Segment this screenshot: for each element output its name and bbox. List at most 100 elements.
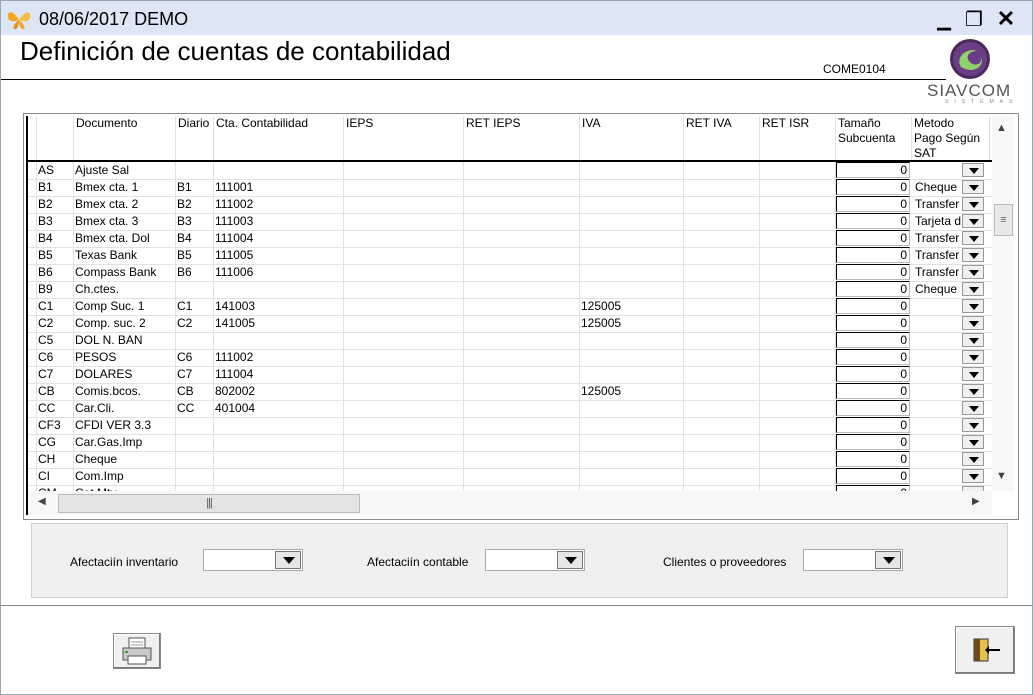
cell-documento[interactable]: Bmex cta. Dol bbox=[74, 230, 176, 247]
row-selector[interactable] bbox=[28, 366, 37, 383]
cell-ret-iva[interactable] bbox=[684, 400, 760, 417]
cell-cta-contabilidad[interactable]: 141005 bbox=[214, 315, 344, 332]
table-row[interactable]: CI Com.Imp 0 bbox=[28, 468, 994, 486]
cell-code[interactable]: C1 bbox=[37, 298, 74, 315]
cell-ret-ieps[interactable] bbox=[464, 247, 580, 264]
row-selector[interactable] bbox=[28, 247, 37, 264]
tamano-subcuenta-input[interactable]: 0 bbox=[836, 315, 910, 331]
table-row[interactable]: AS Ajuste Sal 0 bbox=[28, 162, 994, 180]
cell-ieps[interactable] bbox=[344, 264, 464, 281]
cell-ret-ieps[interactable] bbox=[464, 196, 580, 213]
cell-ret-iva[interactable] bbox=[684, 213, 760, 230]
close-button[interactable]: ✕ bbox=[993, 6, 1019, 32]
cell-iva[interactable] bbox=[580, 247, 684, 264]
cell-cta-contabilidad[interactable] bbox=[214, 434, 344, 451]
cell-iva[interactable] bbox=[580, 332, 684, 349]
cell-iva[interactable] bbox=[580, 400, 684, 417]
vertical-scrollbar[interactable]: ▲ ≡ ▼ bbox=[992, 116, 1014, 491]
scroll-down-arrow[interactable]: ▼ bbox=[996, 470, 1007, 482]
chevron-down-icon[interactable] bbox=[275, 551, 301, 569]
row-selector[interactable] bbox=[28, 162, 37, 179]
cell-ret-isr[interactable] bbox=[760, 298, 836, 315]
row-selector[interactable] bbox=[28, 298, 37, 315]
cell-ret-iva[interactable] bbox=[684, 468, 760, 485]
row-selector[interactable] bbox=[28, 349, 37, 366]
cell-iva[interactable] bbox=[580, 162, 684, 179]
cell-ret-ieps[interactable] bbox=[464, 366, 580, 383]
horizontal-scroll-thumb[interactable]: ||| bbox=[58, 494, 360, 513]
table-row[interactable]: C6 PESOS C6 111002 0 bbox=[28, 349, 994, 367]
cell-ret-isr[interactable] bbox=[760, 451, 836, 468]
cell-iva[interactable] bbox=[580, 264, 684, 281]
cell-code[interactable]: B3 bbox=[37, 213, 74, 230]
cell-cta-contabilidad[interactable]: 111003 bbox=[214, 213, 344, 230]
row-selector[interactable] bbox=[28, 281, 37, 298]
col-ret-iva[interactable]: RET IVA bbox=[684, 116, 760, 160]
cell-iva[interactable] bbox=[580, 196, 684, 213]
cell-ret-iva[interactable] bbox=[684, 434, 760, 451]
cell-ieps[interactable] bbox=[344, 451, 464, 468]
tamano-subcuenta-input[interactable]: 0 bbox=[836, 349, 910, 365]
tamano-subcuenta-input[interactable]: 0 bbox=[836, 264, 910, 280]
cell-code[interactable]: C6 bbox=[37, 349, 74, 366]
cell-documento[interactable]: Com.Imp bbox=[74, 468, 176, 485]
cell-documento[interactable]: CFDI VER 3.3 bbox=[74, 417, 176, 434]
col-ieps[interactable]: IEPS bbox=[344, 116, 464, 160]
cell-diario[interactable]: C2 bbox=[176, 315, 214, 332]
cell-diario[interactable]: C1 bbox=[176, 298, 214, 315]
chevron-down-icon[interactable] bbox=[557, 551, 583, 569]
cell-ret-isr[interactable] bbox=[760, 315, 836, 332]
cell-ieps[interactable] bbox=[344, 196, 464, 213]
tamano-subcuenta-input[interactable]: 0 bbox=[836, 366, 910, 382]
cell-documento[interactable]: Comp Suc. 1 bbox=[74, 298, 176, 315]
cell-documento[interactable]: DOLARES bbox=[74, 366, 176, 383]
cell-diario[interactable] bbox=[176, 417, 214, 434]
cell-ret-ieps[interactable] bbox=[464, 315, 580, 332]
chevron-down-icon[interactable] bbox=[962, 316, 984, 330]
maximize-button[interactable]: ❐ bbox=[961, 6, 987, 32]
cell-documento[interactable]: Ch.ctes. bbox=[74, 281, 176, 298]
row-selector[interactable] bbox=[28, 434, 37, 451]
cell-diario[interactable] bbox=[176, 434, 214, 451]
cell-ret-ieps[interactable] bbox=[464, 383, 580, 400]
table-row[interactable]: CG Car.Gas.Imp 0 bbox=[28, 434, 994, 452]
cell-diario[interactable] bbox=[176, 281, 214, 298]
cell-code[interactable]: C2 bbox=[37, 315, 74, 332]
chevron-down-icon[interactable] bbox=[962, 231, 984, 245]
cell-ret-isr[interactable] bbox=[760, 417, 836, 434]
cell-code[interactable]: B9 bbox=[37, 281, 74, 298]
table-row[interactable]: B1 Bmex cta. 1 B1 111001 0 Cheque bbox=[28, 179, 994, 197]
cell-ret-ieps[interactable] bbox=[464, 417, 580, 434]
cell-documento[interactable]: Compass Bank bbox=[74, 264, 176, 281]
row-selector[interactable] bbox=[28, 213, 37, 230]
cell-ret-iva[interactable] bbox=[684, 366, 760, 383]
row-selector[interactable] bbox=[28, 264, 37, 281]
cell-ret-iva[interactable] bbox=[684, 315, 760, 332]
cell-documento[interactable]: Cheque bbox=[74, 451, 176, 468]
cell-ieps[interactable] bbox=[344, 315, 464, 332]
table-row[interactable]: CF3 CFDI VER 3.3 0 bbox=[28, 417, 994, 435]
cell-ret-ieps[interactable] bbox=[464, 451, 580, 468]
cell-cta-contabilidad[interactable]: 111004 bbox=[214, 230, 344, 247]
cell-ieps[interactable] bbox=[344, 247, 464, 264]
cell-ieps[interactable] bbox=[344, 349, 464, 366]
cell-code[interactable]: AS bbox=[37, 162, 74, 179]
col-diario[interactable]: Diario bbox=[176, 116, 214, 160]
cell-ret-iva[interactable] bbox=[684, 383, 760, 400]
cell-ret-iva[interactable] bbox=[684, 417, 760, 434]
cell-ret-iva[interactable] bbox=[684, 196, 760, 213]
table-row[interactable]: CH Cheque 0 bbox=[28, 451, 994, 469]
cell-documento[interactable]: Bmex cta. 2 bbox=[74, 196, 176, 213]
cell-code[interactable]: CI bbox=[37, 468, 74, 485]
cell-ret-isr[interactable] bbox=[760, 434, 836, 451]
col-metodo-pago[interactable]: Metodo Pago Según SAT bbox=[912, 116, 990, 160]
tamano-subcuenta-input[interactable]: 0 bbox=[836, 281, 910, 297]
cell-documento[interactable]: Bmex cta. 3 bbox=[74, 213, 176, 230]
col-ret-ieps[interactable]: RET IEPS bbox=[464, 116, 580, 160]
row-selector[interactable] bbox=[28, 383, 37, 400]
cell-iva[interactable] bbox=[580, 366, 684, 383]
cell-cta-contabilidad[interactable]: 111002 bbox=[214, 349, 344, 366]
col-tamano-subcuenta[interactable]: Tamaño Subcuenta bbox=[836, 116, 912, 160]
cell-diario[interactable] bbox=[176, 162, 214, 179]
table-row[interactable]: C1 Comp Suc. 1 C1 141003 125005 0 bbox=[28, 298, 994, 316]
